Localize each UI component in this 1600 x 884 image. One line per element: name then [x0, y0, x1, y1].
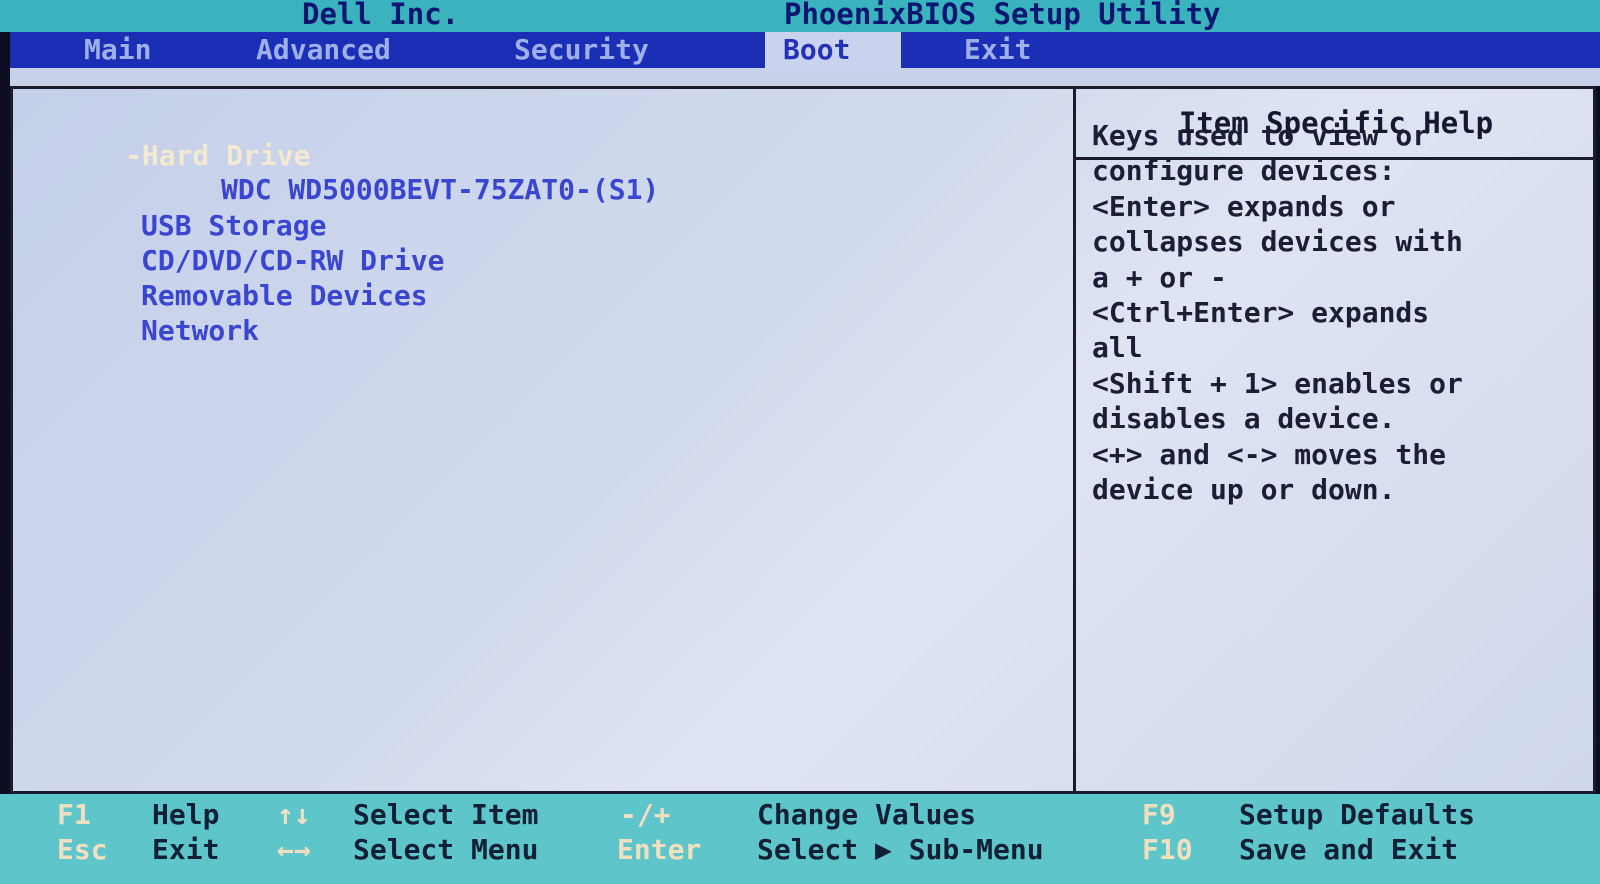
key-desc-change-values: Change Values	[757, 798, 977, 831]
key-f10: F10	[1142, 833, 1193, 866]
key-left-right: ←→	[277, 833, 311, 866]
boot-device-hdd[interactable]: WDC WD5000BEVT-75ZAT0-(S1)	[221, 173, 659, 207]
boot-item-network[interactable]: Network	[141, 314, 259, 348]
boot-group-hard-drive[interactable]: -Hard Drive	[125, 139, 310, 173]
help-line: collapses devices with	[1092, 225, 1463, 259]
key-desc-select-menu: Select Menu	[353, 833, 539, 866]
help-line: <Enter> expands or	[1092, 189, 1396, 223]
key-desc-setup-defaults: Setup Defaults	[1239, 798, 1476, 831]
utility-name: PhoenixBIOS Setup Utility	[784, 0, 1221, 31]
help-line: all	[1092, 331, 1143, 365]
title-bar: Dell Inc. PhoenixBIOS Setup Utility	[0, 0, 1600, 32]
key-up-down: ↑↓	[277, 798, 311, 831]
help-line: Keys used to view or	[1092, 119, 1430, 152]
key-desc-help: Help	[152, 798, 220, 831]
boot-item-removable[interactable]: Removable Devices	[141, 279, 428, 313]
key-legend: F1 Help ↑↓ Select Item -/+ Change Values…	[0, 794, 1600, 884]
boot-item-usb-storage[interactable]: USB Storage	[141, 209, 326, 243]
menu-separator	[10, 68, 1600, 86]
key-enter: Enter	[617, 833, 702, 866]
help-line: disables a device.	[1092, 402, 1396, 436]
help-text: Keys used to view or configure devices: …	[1092, 118, 1572, 507]
tab-security[interactable]: Security	[514, 32, 649, 68]
key-esc: Esc	[57, 833, 108, 866]
bios-screen: Dell Inc. PhoenixBIOS Setup Utility Main…	[0, 0, 1600, 884]
key-f9: F9	[1142, 798, 1176, 831]
help-line: <+> and <-> moves the	[1092, 437, 1447, 471]
key-desc-select-submenu: Select ▶ Sub-Menu	[757, 833, 1044, 866]
help-line: <Shift + 1> enables or	[1092, 366, 1463, 400]
boot-item-cd-dvd[interactable]: CD/DVD/CD-RW Drive	[141, 244, 444, 278]
tab-advanced[interactable]: Advanced	[256, 32, 391, 68]
panel-divider	[1073, 89, 1076, 791]
vendor-name: Dell Inc.	[302, 0, 460, 31]
key-desc-save-exit: Save and Exit	[1239, 833, 1459, 866]
help-line: <Ctrl+Enter> expands	[1092, 296, 1430, 330]
menu-bar: Main Advanced Security Boot Exit	[10, 32, 1600, 68]
tab-boot[interactable]: Boot	[765, 32, 901, 68]
tab-main[interactable]: Main	[84, 32, 151, 68]
help-line: a + or -	[1092, 260, 1227, 294]
tab-exit[interactable]: Exit	[964, 32, 1031, 68]
key-minus-plus: -/+	[620, 798, 671, 831]
key-desc-exit: Exit	[152, 833, 220, 866]
help-line: configure devices:	[1092, 154, 1396, 188]
help-line: device up or down.	[1092, 473, 1396, 507]
key-f1: F1	[57, 798, 91, 831]
key-desc-select-item: Select Item	[353, 798, 539, 831]
